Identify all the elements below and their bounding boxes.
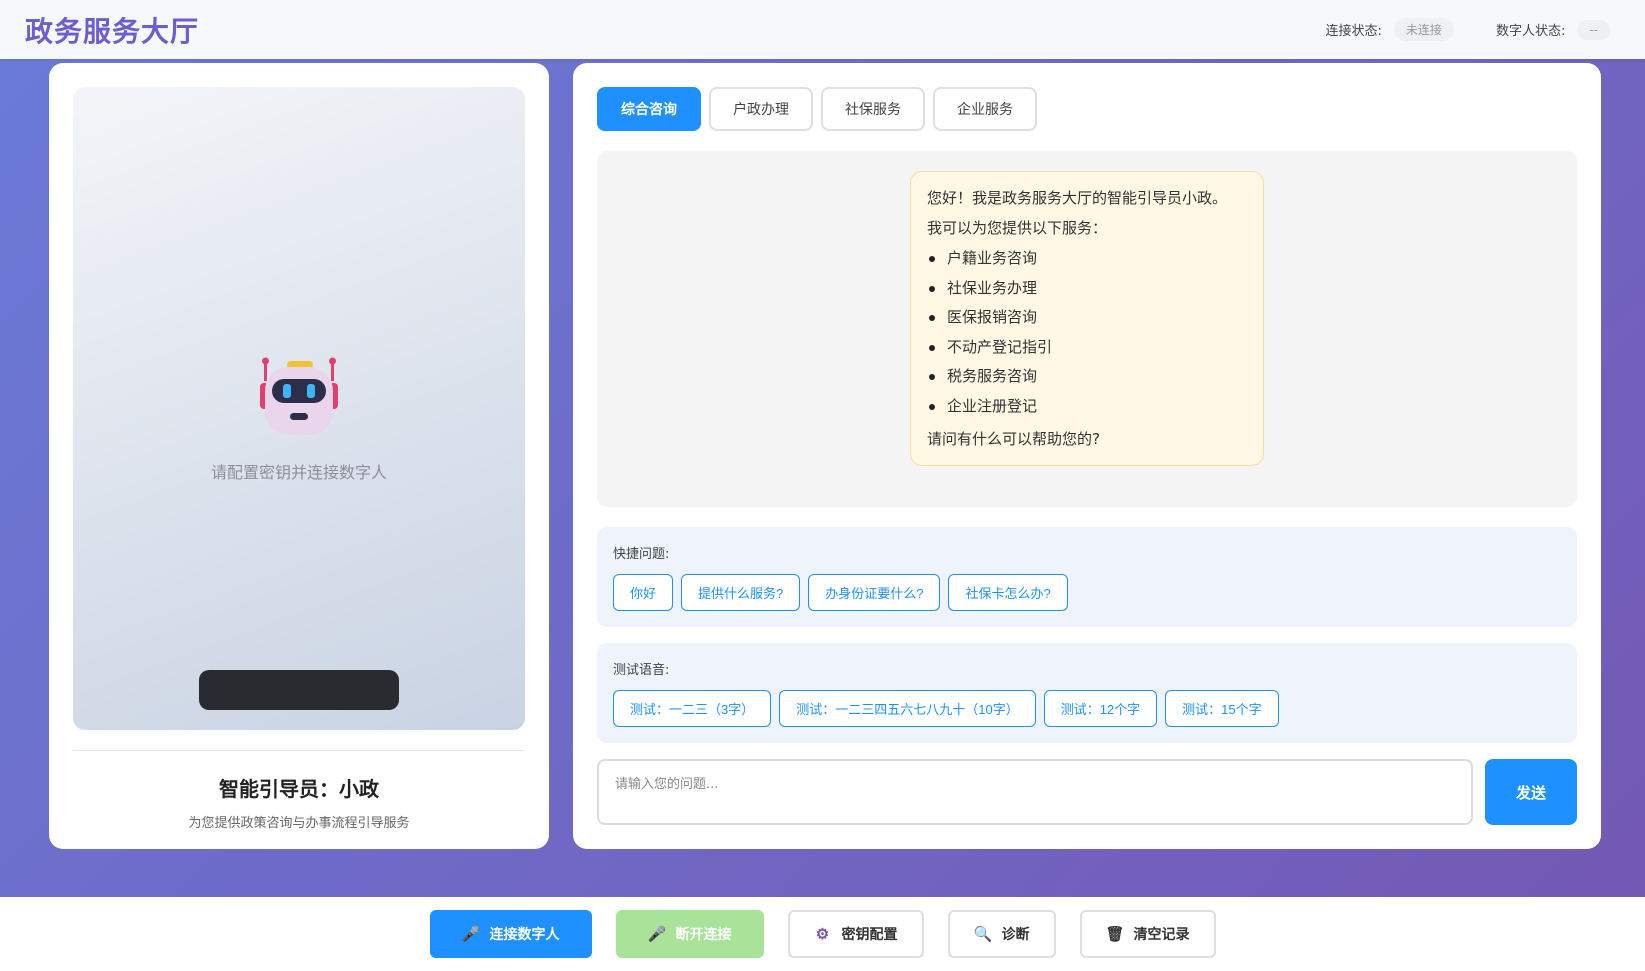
agent-description: 为您提供政策咨询与办事流程引导服务 <box>188 816 410 831</box>
chat-panel: 综合咨询 户政办理 社保服务 企业服务 您好！我是政务服务大厅的智能引导员小政。… <box>573 63 1601 849</box>
robot-icon <box>259 357 339 437</box>
list-item: 企业注册登记 <box>927 392 1247 422</box>
tab-general[interactable]: 综合咨询 <box>597 87 701 131</box>
voice-test-10-chars[interactable]: 测试：一二三四五六七八九十（10字） <box>779 690 1036 727</box>
tab-social-security[interactable]: 社保服务 <box>821 87 925 131</box>
list-item: 税务服务咨询 <box>927 362 1247 392</box>
list-item: 户籍业务咨询 <box>927 244 1247 274</box>
app-title: 政务服务大厅 <box>25 14 200 48</box>
gear-icon: ⚙ <box>815 926 830 943</box>
list-item: 不动产登记指引 <box>927 333 1247 363</box>
status-area: 连接状态: 未连接 数字人状态: -- <box>1326 18 1620 41</box>
list-item: 医保报销咨询 <box>927 303 1247 333</box>
avatar-status-label: 数字人状态: <box>1495 24 1566 39</box>
clear-history-button[interactable]: 🗑 清空记录 <box>1079 910 1216 958</box>
avatar-caption-bar <box>199 670 399 710</box>
greeting-text: 您好！我是政务服务大厅的智能引导员小政。 <box>927 189 1228 207</box>
connect-button[interactable]: 🎤 连接数字人 <box>429 910 592 958</box>
quick-question-hello[interactable]: 你好 <box>613 574 674 611</box>
list-item: 社保业务办理 <box>927 274 1247 304</box>
quick-question-id-card[interactable]: 办身份证要什么? <box>808 574 941 611</box>
voice-test-3-chars[interactable]: 测试：一二三（3字） <box>613 690 772 727</box>
disconnect-label: 断开连接 <box>675 926 732 942</box>
quick-questions-box: 快捷问题: 你好 提供什么服务? 办身份证要什么? 社保卡怎么办? <box>597 527 1577 627</box>
key-config-button[interactable]: ⚙ 密钥配置 <box>787 910 924 958</box>
voice-test-box: 测试语音: 测试：一二三（3字） 测试：一二三四五六七八九十（10字） 测试：1… <box>597 643 1577 743</box>
category-tabs: 综合咨询 户政办理 社保服务 企业服务 <box>597 87 1577 131</box>
app-header: 政务服务大厅 连接状态: 未连接 数字人状态: -- <box>0 0 1645 59</box>
clear-history-label: 清空记录 <box>1133 926 1190 942</box>
tab-household[interactable]: 户政办理 <box>709 87 813 131</box>
avatar-stage: 请配置密钥并连接数字人 <box>73 87 525 730</box>
microphone-icon: 🎤 <box>647 926 667 943</box>
closing-text: 请问有什么可以帮助您的? <box>927 430 1100 448</box>
quick-questions-label: 快捷问题: <box>613 547 670 562</box>
avatar-panel: 请配置密钥并连接数字人 智能引导员：小政 为您提供政策咨询与办事流程引导服务 <box>49 63 549 849</box>
quick-question-services[interactable]: 提供什么服务? <box>681 574 801 611</box>
magnifier-icon: 🔍 <box>973 926 993 943</box>
diagnose-button[interactable]: 🔍 诊断 <box>947 910 1056 958</box>
voice-test-12-chars[interactable]: 测试：12个字 <box>1043 690 1158 727</box>
assistant-message: 您好！我是政务服务大厅的智能引导员小政。 我可以为您提供以下服务： 户籍业务咨询… <box>910 171 1264 466</box>
message-input[interactable] <box>597 759 1473 825</box>
intro-text: 我可以为您提供以下服务： <box>927 219 1108 237</box>
agent-name: 智能引导员：小政 <box>219 777 379 801</box>
key-config-label: 密钥配置 <box>841 926 898 942</box>
quick-question-social-card[interactable]: 社保卡怎么办? <box>948 574 1068 611</box>
services-list: 户籍业务咨询 社保业务办理 医保报销咨询 不动产登记指引 税务服务咨询 企业注册… <box>927 244 1247 421</box>
connection-status-label: 连接状态: <box>1325 24 1382 39</box>
avatar-placeholder-text: 请配置密钥并连接数字人 <box>210 463 387 482</box>
voice-test-label: 测试语音: <box>613 663 670 678</box>
control-toolbar: 🎤 连接数字人 🎤 断开连接 ⚙ 密钥配置 🔍 诊断 🗑 清空记录 <box>0 897 1645 971</box>
input-row: 发送 <box>597 759 1577 825</box>
chat-history: 您好！我是政务服务大厅的智能引导员小政。 我可以为您提供以下服务： 户籍业务咨询… <box>597 151 1577 507</box>
tab-enterprise[interactable]: 企业服务 <box>933 87 1037 131</box>
trash-icon: 🗑 <box>1105 926 1125 943</box>
disconnect-button[interactable]: 🎤 断开连接 <box>615 910 764 958</box>
divider <box>73 750 525 751</box>
send-button[interactable]: 发送 <box>1485 759 1577 825</box>
connect-label: 连接数字人 <box>489 926 560 942</box>
connection-status-badge: 未连接 <box>1393 18 1454 41</box>
avatar-status-badge: -- <box>1577 19 1610 40</box>
voice-test-15-chars[interactable]: 测试：15个字 <box>1165 690 1279 727</box>
diagnose-label: 诊断 <box>1001 926 1030 942</box>
microphone-icon: 🎤 <box>461 926 481 943</box>
